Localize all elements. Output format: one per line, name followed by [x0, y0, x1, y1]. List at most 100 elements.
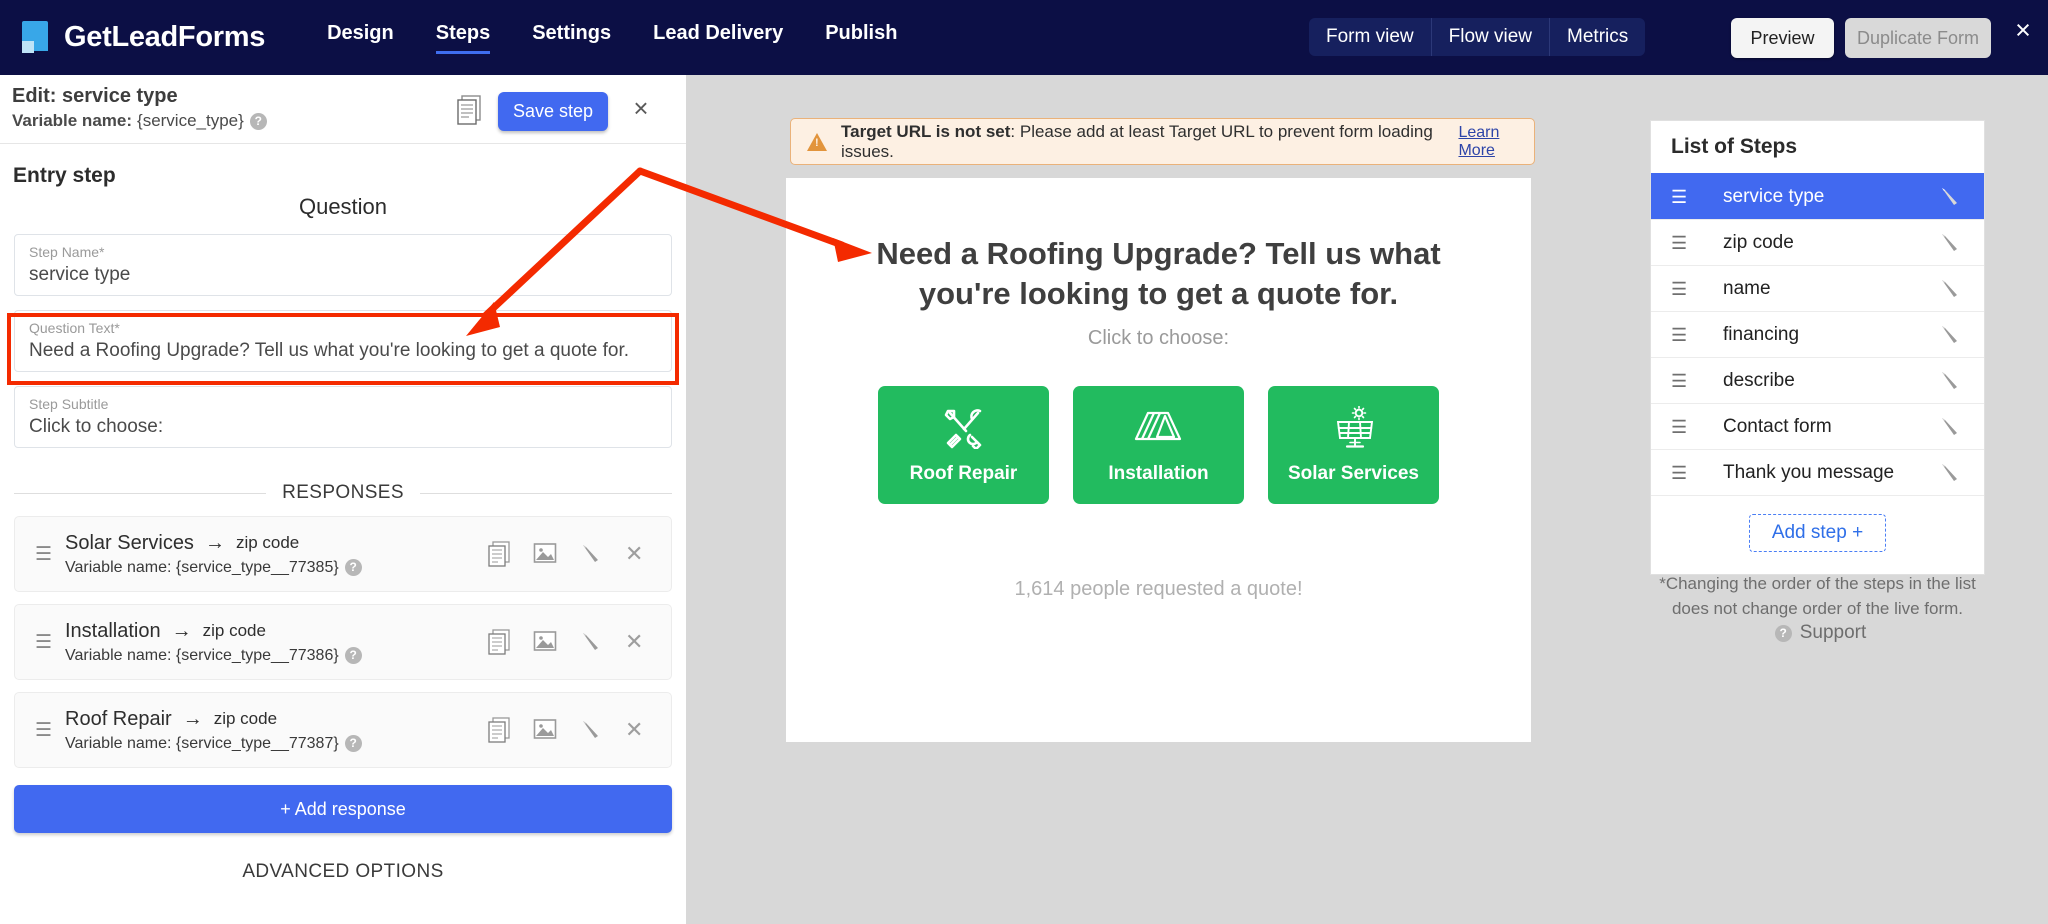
learn-more-link[interactable]: Learn More: [1458, 124, 1534, 160]
duplicate-response-icon[interactable]: [487, 717, 511, 743]
choice-label: Roof Repair: [910, 463, 1018, 485]
advanced-options-heading[interactable]: ADVANCED OPTIONS: [0, 861, 686, 883]
drag-handle-icon[interactable]: ☰: [1671, 464, 1693, 482]
responses-section-divider: RESPONSES: [14, 482, 672, 504]
arrow-right-icon: →: [205, 532, 225, 555]
step-editor-header: Edit: service type Variable name: {servi…: [0, 75, 686, 144]
drag-handle-icon[interactable]: ☰: [1671, 372, 1693, 390]
edit-response-icon[interactable]: [579, 717, 603, 743]
image-response-icon[interactable]: [533, 629, 557, 655]
support-label: Support: [1800, 622, 1867, 644]
drag-handle-icon[interactable]: ☰: [35, 633, 57, 652]
preview-choice-group: Roof Repair Installation: [786, 386, 1531, 504]
sidebar-item-zip-code[interactable]: ☰ zip code: [1651, 219, 1984, 265]
add-response-button[interactable]: + Add response: [14, 785, 672, 833]
step-label: Thank you message: [1723, 462, 1894, 484]
response-name: Roof Repair: [65, 708, 172, 731]
duplicate-form-button[interactable]: Duplicate Form: [1845, 18, 1991, 58]
question-text-input[interactable]: Need a Roofing Upgrade? Tell us what you…: [29, 340, 671, 362]
drag-handle-icon[interactable]: ☰: [35, 721, 57, 740]
save-step-button[interactable]: Save step: [498, 92, 608, 131]
arrow-right-icon: →: [172, 620, 192, 643]
step-subtitle-field[interactable]: Step Subtitle Click to choose:: [14, 386, 672, 448]
duplicate-response-icon[interactable]: [487, 629, 511, 655]
tab-form-view[interactable]: Form view: [1309, 18, 1432, 56]
nav-item-design[interactable]: Design: [327, 22, 394, 54]
table-row[interactable]: ☰ Solar Services → zip code Variable nam…: [14, 516, 672, 592]
drag-handle-icon[interactable]: ☰: [1671, 326, 1693, 344]
choice-installation[interactable]: Installation: [1073, 386, 1244, 504]
duplicate-step-icon[interactable]: [456, 95, 482, 125]
preview-button[interactable]: Preview: [1731, 18, 1834, 58]
step-name-field[interactable]: Step Name* service type: [14, 234, 672, 296]
step-label: financing: [1723, 324, 1799, 346]
drag-handle-icon[interactable]: ☰: [35, 545, 57, 564]
edit-response-icon[interactable]: [579, 629, 603, 655]
sidebar-item-thank-you-message[interactable]: ☰ Thank you message: [1651, 449, 1984, 495]
response-variable-label: Variable name:: [65, 559, 171, 577]
variable-name-label: Variable name:: [12, 111, 132, 131]
brand-name: GetLeadForms: [64, 21, 265, 54]
edit-step-icon[interactable]: [1938, 460, 1962, 486]
help-icon[interactable]: ?: [250, 113, 267, 130]
duplicate-response-icon[interactable]: [487, 541, 511, 567]
sidebar-item-financing[interactable]: ☰ financing: [1651, 311, 1984, 357]
help-icon[interactable]: ?: [345, 559, 362, 576]
variable-name-value: {service_type}: [137, 111, 244, 131]
list-of-steps-title: List of Steps: [1651, 121, 1984, 173]
close-editor-icon[interactable]: ×: [626, 93, 656, 123]
arrow-right-icon: →: [183, 708, 203, 731]
step-subtitle-input[interactable]: Click to choose:: [29, 416, 671, 438]
form-preview-card: Need a Roofing Upgrade? Tell us what you…: [786, 178, 1531, 742]
image-response-icon[interactable]: [533, 717, 557, 743]
delete-response-icon[interactable]: ✕: [625, 629, 649, 655]
drag-handle-icon[interactable]: ☰: [1671, 188, 1693, 206]
nav-item-settings[interactable]: Settings: [532, 22, 611, 54]
nav-item-publish[interactable]: Publish: [825, 22, 897, 54]
add-step-button[interactable]: Add step +: [1749, 514, 1886, 552]
nav-item-steps[interactable]: Steps: [436, 22, 490, 54]
choice-solar-services[interactable]: Solar Services: [1268, 386, 1439, 504]
main-nav-links: Design Steps Settings Lead Delivery Publ…: [327, 22, 897, 54]
edit-step-icon[interactable]: [1938, 414, 1962, 440]
tab-flow-view[interactable]: Flow view: [1432, 18, 1550, 56]
close-icon[interactable]: ×: [2008, 16, 2038, 46]
question-text-label: Question Text*: [29, 320, 671, 336]
sidebar-item-contact-form[interactable]: ☰ Contact form: [1651, 403, 1984, 449]
sidebar-item-describe[interactable]: ☰ describe: [1651, 357, 1984, 403]
drag-handle-icon[interactable]: ☰: [1671, 234, 1693, 252]
step-name-input[interactable]: service type: [29, 264, 671, 286]
support-link[interactable]: ? Support: [1650, 622, 1985, 644]
help-icon[interactable]: ?: [345, 647, 362, 664]
delete-response-icon[interactable]: ✕: [625, 541, 649, 567]
tools-icon: [942, 405, 986, 451]
response-destination: zip code: [214, 709, 277, 729]
table-row[interactable]: ☰ Roof Repair → zip code Variable name: …: [14, 692, 672, 768]
help-icon[interactable]: ?: [345, 735, 362, 752]
brand-logo-group[interactable]: GetLeadForms: [18, 19, 265, 57]
step-subtitle-label: Step Subtitle: [29, 396, 671, 412]
response-destination: zip code: [236, 533, 299, 553]
nav-item-lead-delivery[interactable]: Lead Delivery: [653, 22, 783, 54]
edit-step-icon[interactable]: [1938, 276, 1962, 302]
edit-step-icon[interactable]: [1938, 184, 1962, 210]
social-proof-text: 1,614 people requested a quote!: [786, 578, 1531, 601]
preview-question-text: Need a Roofing Upgrade? Tell us what you…: [842, 234, 1475, 313]
delete-response-icon[interactable]: ✕: [625, 717, 649, 743]
edit-step-icon[interactable]: [1938, 368, 1962, 394]
question-text-field[interactable]: Question Text* Need a Roofing Upgrade? T…: [14, 310, 672, 372]
edit-step-icon[interactable]: [1938, 230, 1962, 256]
choice-roof-repair[interactable]: Roof Repair: [878, 386, 1049, 504]
sidebar-item-service-type[interactable]: ☰ service type: [1651, 173, 1984, 219]
edit-response-icon[interactable]: [579, 541, 603, 567]
tab-metrics[interactable]: Metrics: [1550, 18, 1645, 56]
response-variable-value: {service_type__77385}: [176, 559, 339, 577]
response-variable-value: {service_type__77386}: [176, 647, 339, 665]
edit-step-icon[interactable]: [1938, 322, 1962, 348]
image-response-icon[interactable]: [533, 541, 557, 567]
list-of-steps-panel: List of Steps ☰ service type ☰ zip code …: [1650, 120, 1985, 575]
sidebar-item-name[interactable]: ☰ name: [1651, 265, 1984, 311]
drag-handle-icon[interactable]: ☰: [1671, 280, 1693, 298]
drag-handle-icon[interactable]: ☰: [1671, 418, 1693, 436]
table-row[interactable]: ☰ Installation → zip code Variable name:…: [14, 604, 672, 680]
